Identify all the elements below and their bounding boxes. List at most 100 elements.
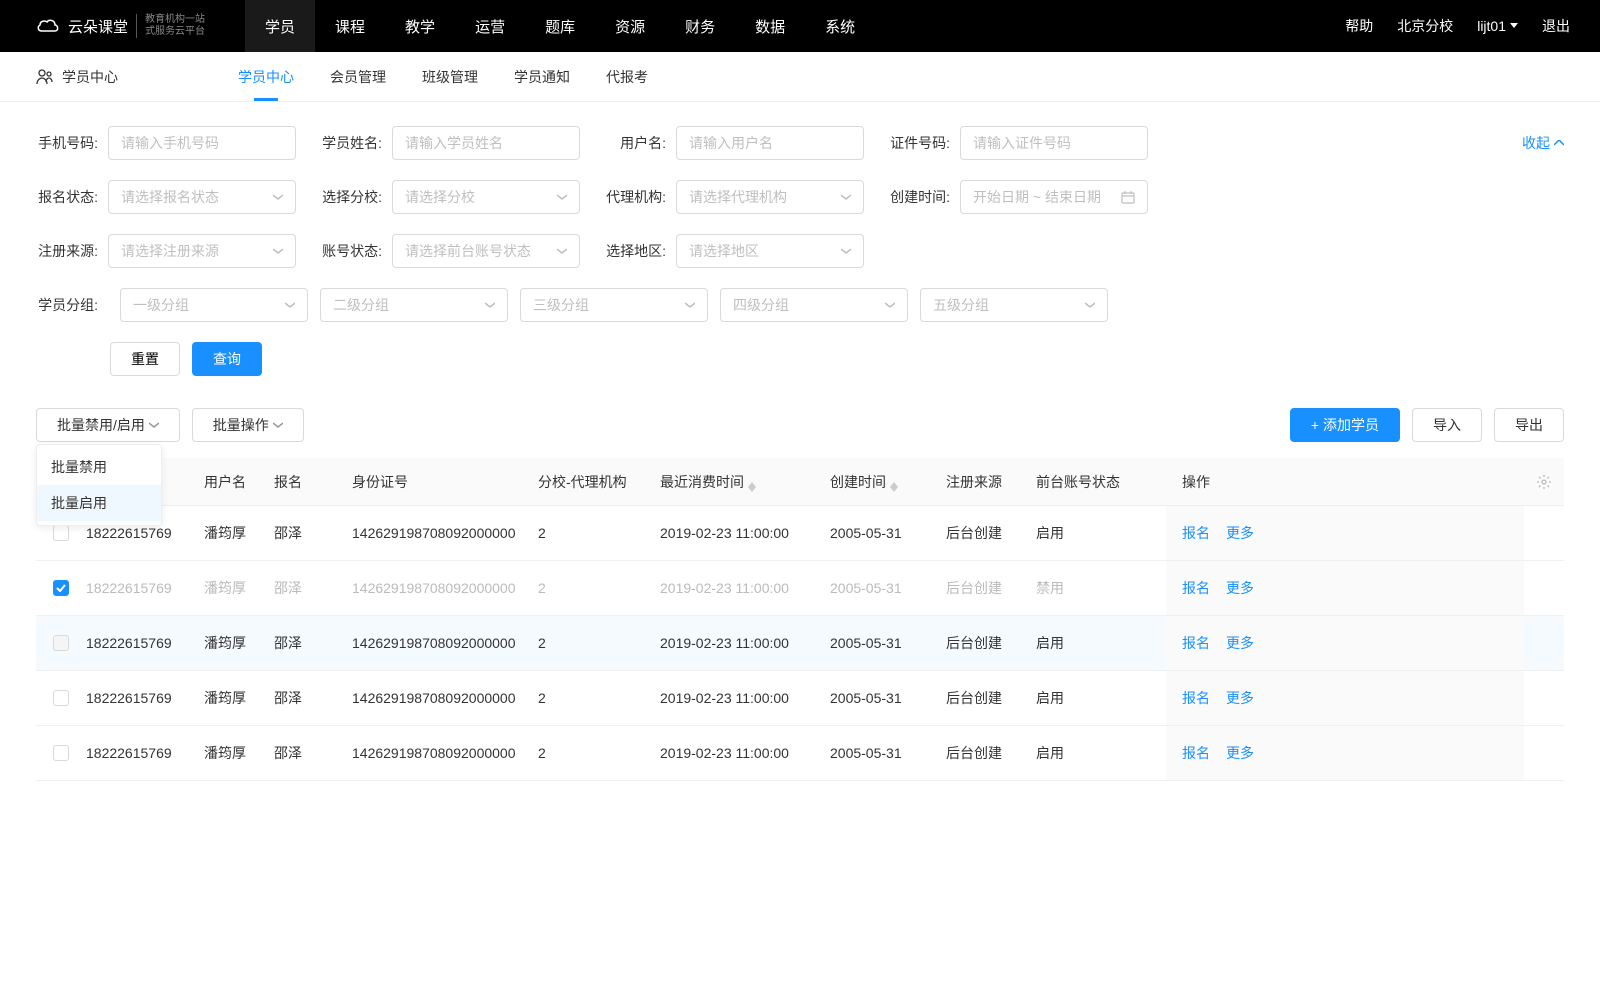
cell-consume: 2019-02-23 11:00:00	[660, 745, 830, 761]
col-consume[interactable]: 最近消费时间	[660, 472, 830, 492]
nav-user[interactable]: lijt01	[1477, 18, 1518, 34]
createtime-picker[interactable]: 开始日期 ~ 结束日期	[960, 180, 1148, 214]
nav-finance[interactable]: 财务	[665, 0, 735, 52]
table-header: 用户名 报名 身份证号 分校-代理机构 最近消费时间 创建时间 注册来源 前台账…	[36, 458, 1564, 506]
batch-toggle-button[interactable]: 批量禁用/启用	[36, 408, 180, 442]
cell-status: 启用	[1036, 743, 1166, 763]
cell-id: 142629198708092000000	[352, 635, 538, 651]
nav-branch[interactable]: 北京分校	[1397, 16, 1453, 36]
regsource-label: 注册来源:	[36, 241, 98, 261]
group1-select[interactable]: 一级分组	[120, 288, 308, 322]
chevron-down-icon	[149, 422, 159, 428]
nav-teaching[interactable]: 教学	[385, 0, 455, 52]
subnav-class-mgmt[interactable]: 班级管理	[422, 52, 478, 101]
nav-logout[interactable]: 退出	[1542, 16, 1570, 36]
table-row: 18222615769潘筠厚邵泽142629198708092000000220…	[36, 616, 1564, 671]
group2-select[interactable]: 二级分组	[320, 288, 508, 322]
cell-id: 142629198708092000000	[352, 745, 538, 761]
cell-id: 142629198708092000000	[352, 525, 538, 541]
dropdown-enable[interactable]: 批量启用	[37, 485, 161, 521]
cell-status: 启用	[1036, 523, 1166, 543]
nav-question-bank[interactable]: 题库	[525, 0, 595, 52]
action-register[interactable]: 报名	[1182, 578, 1210, 598]
row-checkbox[interactable]	[53, 635, 69, 651]
calendar-icon	[1121, 190, 1135, 204]
action-more[interactable]: 更多	[1226, 743, 1254, 763]
phone-input[interactable]	[108, 126, 296, 160]
add-student-button[interactable]: + 添加学员	[1290, 408, 1400, 442]
region-select[interactable]: 请选择地区	[676, 234, 864, 268]
acctstatus-select[interactable]: 请选择前台账号状态	[392, 234, 580, 268]
username-input[interactable]	[676, 126, 864, 160]
regstatus-select[interactable]: 请选择报名状态	[108, 180, 296, 214]
idcard-input[interactable]	[960, 126, 1148, 160]
search-button[interactable]: 查询	[192, 342, 262, 376]
row-checkbox[interactable]	[53, 745, 69, 761]
cell-phone: 18222615769	[86, 580, 204, 596]
action-more[interactable]: 更多	[1226, 578, 1254, 598]
action-register[interactable]: 报名	[1182, 523, 1210, 543]
action-register[interactable]: 报名	[1182, 633, 1210, 653]
collapse-link[interactable]: 收起	[1522, 126, 1564, 160]
branch-label: 选择分校:	[320, 187, 382, 207]
group4-select[interactable]: 四级分组	[720, 288, 908, 322]
action-register[interactable]: 报名	[1182, 743, 1210, 763]
chevron-down-icon	[685, 302, 695, 308]
subnav-member-mgmt[interactable]: 会员管理	[330, 52, 386, 101]
caret-down-icon	[1510, 23, 1518, 29]
action-more[interactable]: 更多	[1226, 688, 1254, 708]
nav-system[interactable]: 系统	[805, 0, 875, 52]
cell-source: 后台创建	[946, 688, 1036, 708]
action-register[interactable]: 报名	[1182, 688, 1210, 708]
chevron-down-icon	[273, 248, 283, 254]
row-checkbox[interactable]	[53, 690, 69, 706]
subnav-proxy-exam[interactable]: 代报考	[606, 52, 648, 101]
cell-phone: 18222615769	[86, 745, 204, 761]
col-create[interactable]: 创建时间	[830, 472, 946, 492]
dropdown-disable[interactable]: 批量禁用	[37, 449, 161, 485]
cell-create: 2005-05-31	[830, 525, 946, 541]
logo[interactable]: 云朵课堂 教育机构一站式服务云平台	[36, 14, 205, 38]
nav-students[interactable]: 学员	[245, 0, 315, 52]
subnav-student-center[interactable]: 学员中心	[238, 52, 294, 101]
filter-panel: 手机号码: 学员姓名: 用户名: 证件号码: 收起 报名状态:请选择报名状态 选…	[0, 102, 1600, 376]
gear-icon[interactable]	[1536, 474, 1552, 490]
row-checkbox[interactable]	[53, 525, 69, 541]
action-more[interactable]: 更多	[1226, 523, 1254, 543]
chevron-down-icon	[285, 302, 295, 308]
nav-resources[interactable]: 资源	[595, 0, 665, 52]
cell-phone: 18222615769	[86, 635, 204, 651]
import-button[interactable]: 导入	[1412, 408, 1482, 442]
action-more[interactable]: 更多	[1226, 633, 1254, 653]
chevron-down-icon	[841, 194, 851, 200]
subnav-student-notify[interactable]: 学员通知	[514, 52, 570, 101]
export-button[interactable]: 导出	[1494, 408, 1564, 442]
table-row: 18222615769潘筠厚邵泽142629198708092000000220…	[36, 561, 1564, 616]
cell-status: 启用	[1036, 688, 1166, 708]
row-checkbox[interactable]	[53, 580, 69, 596]
nav-operations[interactable]: 运营	[455, 0, 525, 52]
agent-select[interactable]: 请选择代理机构	[676, 180, 864, 214]
cell-reg: 邵泽	[274, 578, 352, 598]
nav-courses[interactable]: 课程	[315, 0, 385, 52]
cell-reg: 邵泽	[274, 688, 352, 708]
logo-tagline: 教育机构一站式服务云平台	[136, 14, 205, 38]
batch-op-button[interactable]: 批量操作	[192, 408, 304, 442]
group5-select[interactable]: 五级分组	[920, 288, 1108, 322]
name-input[interactable]	[392, 126, 580, 160]
nav-data[interactable]: 数据	[735, 0, 805, 52]
chevron-down-icon	[273, 422, 283, 428]
logo-text: 云朵课堂	[68, 16, 128, 37]
reset-button[interactable]: 重置	[110, 342, 180, 376]
cell-consume: 2019-02-23 11:00:00	[660, 635, 830, 651]
cell-source: 后台创建	[946, 633, 1036, 653]
col-source: 注册来源	[946, 472, 1036, 492]
col-reg: 报名	[274, 472, 352, 492]
group3-select[interactable]: 三级分组	[520, 288, 708, 322]
branch-select[interactable]: 请选择分校	[392, 180, 580, 214]
student-table: 用户名 报名 身份证号 分校-代理机构 最近消费时间 创建时间 注册来源 前台账…	[36, 458, 1564, 781]
user-icon	[36, 68, 54, 86]
nav-help[interactable]: 帮助	[1345, 16, 1373, 36]
regsource-select[interactable]: 请选择注册来源	[108, 234, 296, 268]
cell-branch: 2	[538, 580, 660, 596]
